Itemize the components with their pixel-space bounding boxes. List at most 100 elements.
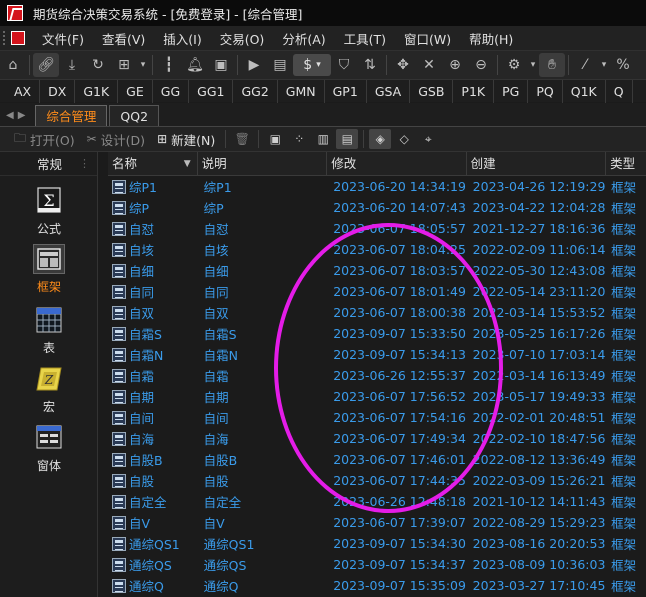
new-button[interactable]: ⊞ 新建(N) bbox=[151, 130, 221, 149]
view-large-icon[interactable]: ▣ bbox=[264, 129, 286, 149]
period-item[interactable]: GSA bbox=[367, 79, 411, 103]
sort-icon[interactable]: ⇅ bbox=[357, 53, 383, 77]
period-item[interactable]: AX bbox=[0, 79, 41, 103]
view-details-icon[interactable]: ▤ bbox=[336, 129, 359, 149]
sidebar-item-form[interactable]: 窗体 bbox=[30, 423, 68, 474]
table-row[interactable]: 自股B 自股B 2023-06-07 17:46:01 2022-08-12 13:3… bbox=[108, 449, 646, 470]
play-icon[interactable]: ▶ bbox=[241, 53, 267, 77]
column-header-modified[interactable]: 修改 bbox=[327, 152, 467, 176]
menu-view[interactable]: 查看(V) bbox=[93, 29, 154, 48]
column-header-name[interactable]: 名称 ▼ bbox=[108, 152, 198, 176]
cell-created: 2022-05-30 12:43:08 bbox=[472, 263, 606, 278]
delete-icon[interactable]: 🗑︎ bbox=[231, 129, 253, 149]
sidebar-item-table[interactable]: 表 bbox=[30, 305, 68, 356]
link-icon[interactable]: 🔗︎ bbox=[33, 53, 59, 77]
menu-tools[interactable]: 工具(T) bbox=[335, 29, 395, 48]
column-header-created[interactable]: 创建 bbox=[467, 152, 607, 176]
zoom-in-icon[interactable]: ⊕ bbox=[442, 53, 468, 77]
tab-scroll-arrows-icon[interactable]: ◀▶ bbox=[0, 110, 33, 126]
dropdown-arrow-icon[interactable]: ▾ bbox=[527, 53, 539, 77]
table-row[interactable]: 自股 自股 2023-06-07 17:44:35 2022-03-09 15:26:… bbox=[108, 470, 646, 491]
table-row[interactable]: 自霜N 自霜N 2023-09-07 15:34:13 2023-07-10 17:0… bbox=[108, 344, 646, 365]
pin-icon[interactable]: ⌖ bbox=[417, 129, 439, 149]
sidebar-item-frame[interactable]: 框架 bbox=[30, 244, 68, 295]
sidebar-item-macro[interactable]: Z 宏 bbox=[30, 364, 68, 415]
design-button[interactable]: ✂ 设计(D) bbox=[81, 130, 151, 149]
table-row[interactable]: 自细 自细 2023-06-07 18:03:57 2022-05-30 12:43:… bbox=[108, 260, 646, 281]
period-item[interactable]: Q bbox=[606, 79, 633, 103]
table-row[interactable]: 自间 自间 2023-06-07 17:54:16 2022-02-01 20:48:… bbox=[108, 407, 646, 428]
view-small-icon[interactable]: ⁘ bbox=[288, 129, 310, 149]
period-item[interactable]: Q1K bbox=[563, 79, 606, 103]
refresh-icon[interactable]: ↻ bbox=[85, 53, 111, 77]
menu-trade[interactable]: 交易(O) bbox=[211, 29, 274, 48]
dropdown-arrow-icon[interactable]: ▾ bbox=[598, 53, 610, 77]
table-row[interactable]: 通综Q 通综Q 2023-09-07 15:35:09 2023-03-27 17:1… bbox=[108, 575, 646, 596]
table-row[interactable]: 自霜 自霜 2023-06-26 12:55:37 2022-03-14 16:13:… bbox=[108, 365, 646, 386]
bell-icon[interactable]: 🔔︎ bbox=[182, 53, 208, 77]
table-row[interactable]: 通综QS1 通综QS1 2023-09-07 15:34:30 2023-08-16 … bbox=[108, 533, 646, 554]
home-icon[interactable]: ⌂ bbox=[0, 53, 26, 77]
table-row[interactable]: 自定全 自定全 2023-06-26 12:48:18 2021-10-12 14:1… bbox=[108, 491, 646, 512]
cell-created: 2023-08-16 20:20:53 bbox=[472, 536, 606, 551]
download-icon[interactable]: ⤓ bbox=[59, 53, 85, 77]
dropdown-arrow-icon[interactable]: ▾ bbox=[137, 53, 149, 77]
period-item[interactable]: DX bbox=[40, 79, 76, 103]
document-icon[interactable]: ▤ bbox=[267, 53, 293, 77]
table-row[interactable]: 自霜S 自霜S 2023-09-07 15:33:50 2023-05-25 16:1… bbox=[108, 323, 646, 344]
period-item[interactable]: GMN bbox=[278, 79, 325, 103]
stack-icon[interactable]: ◇ bbox=[393, 129, 415, 149]
move-icon[interactable]: ✥ bbox=[390, 53, 416, 77]
cross-icon[interactable]: ✕ bbox=[416, 53, 442, 77]
period-item[interactable]: GE bbox=[118, 79, 153, 103]
menu-window[interactable]: 窗口(W) bbox=[395, 29, 460, 48]
layout-icon[interactable]: ⊞ bbox=[111, 53, 137, 77]
period-item[interactable]: P1K bbox=[453, 79, 495, 103]
period-item[interactable]: GG2 bbox=[233, 79, 278, 103]
table-row[interactable]: 自V 自V 2023-06-07 17:39:07 2022-08-29 15:29:… bbox=[108, 512, 646, 533]
candlestick-icon[interactable]: ┇ bbox=[156, 53, 182, 77]
period-item[interactable]: GP1 bbox=[325, 79, 367, 103]
period-item[interactable]: PQ bbox=[528, 79, 563, 103]
filter-icon[interactable]: ⛉ bbox=[331, 53, 357, 77]
period-item[interactable]: GG bbox=[153, 79, 190, 103]
column-header-description[interactable]: 说明 bbox=[198, 152, 328, 176]
period-item[interactable]: GG1 bbox=[189, 79, 234, 103]
table-row[interactable]: 自怼 自怼 2023-06-07 18:05:57 2021-12-27 18:16:… bbox=[108, 218, 646, 239]
zoom-out-icon[interactable]: ⊖ bbox=[468, 53, 494, 77]
hand-icon[interactable]: ✋︎ bbox=[539, 53, 565, 77]
cell-modified: 2023-06-07 18:05:57 bbox=[333, 221, 466, 236]
open-button[interactable]: 🗀 打开(O) bbox=[8, 129, 81, 150]
cell-modified: 2023-06-07 17:39:07 bbox=[333, 515, 466, 530]
table-row[interactable]: 自期 自期 2023-06-07 17:56:52 2023-05-17 19:49:… bbox=[108, 386, 646, 407]
period-item[interactable]: G1K bbox=[75, 79, 119, 103]
menu-help[interactable]: 帮助(H) bbox=[460, 29, 522, 48]
table-row[interactable]: 综P1 综P1 2023-06-20 14:34:19 2023-04-26 12:1… bbox=[108, 176, 646, 197]
column-header-type[interactable]: 类型 bbox=[606, 152, 646, 176]
period-item[interactable]: PG bbox=[494, 79, 529, 103]
tab-qq2[interactable]: QQ2 bbox=[109, 105, 160, 126]
currency-dropdown[interactable]: $ ▾ bbox=[293, 54, 331, 76]
cell-modified: 2023-06-07 17:44:35 bbox=[333, 473, 466, 488]
tab-comprehensive-management[interactable]: 综合管理 bbox=[35, 105, 108, 126]
table-row[interactable]: 自双 自双 2023-06-07 18:00:38 2022-03-14 15:53:… bbox=[108, 302, 646, 323]
table-row[interactable]: 通综QS 通综QS 2023-09-07 15:34:37 2023-08-09 10… bbox=[108, 554, 646, 575]
table-row[interactable]: 自同 自同 2023-06-07 18:01:49 2022-05-14 23:11:… bbox=[108, 281, 646, 302]
menu-insert[interactable]: 插入(I) bbox=[154, 29, 210, 48]
table-row[interactable]: 自海 自海 2023-06-07 17:49:34 2022-02-10 18:47:… bbox=[108, 428, 646, 449]
chart-window-icon[interactable]: ▣ bbox=[208, 53, 234, 77]
menu-app-icon[interactable] bbox=[11, 31, 25, 45]
view-list-icon[interactable]: ▥ bbox=[312, 129, 334, 149]
menu-analysis[interactable]: 分析(A) bbox=[273, 29, 334, 48]
table-row[interactable]: 综P 综P 2023-06-20 14:07:43 2023-04-22 12:04:… bbox=[108, 197, 646, 218]
layers-icon[interactable]: ◈ bbox=[369, 129, 392, 149]
gear-icon[interactable]: ⚙ bbox=[501, 53, 527, 77]
cell-type: 框架 bbox=[611, 579, 637, 594]
period-item[interactable]: GSB bbox=[410, 79, 454, 103]
table-row[interactable]: 自垓 自垓 2023-06-07 18:04:25 2022-02-09 11:06:… bbox=[108, 239, 646, 260]
menu-file[interactable]: 文件(F) bbox=[33, 29, 93, 48]
sidebar-item-formula[interactable]: Σ 公式 bbox=[30, 186, 68, 237]
line-draw-icon[interactable]: ⁄ bbox=[572, 53, 598, 77]
percent-icon[interactable]: % bbox=[610, 53, 636, 77]
sidebar-grip-icon[interactable]: ⋮ bbox=[79, 157, 90, 170]
